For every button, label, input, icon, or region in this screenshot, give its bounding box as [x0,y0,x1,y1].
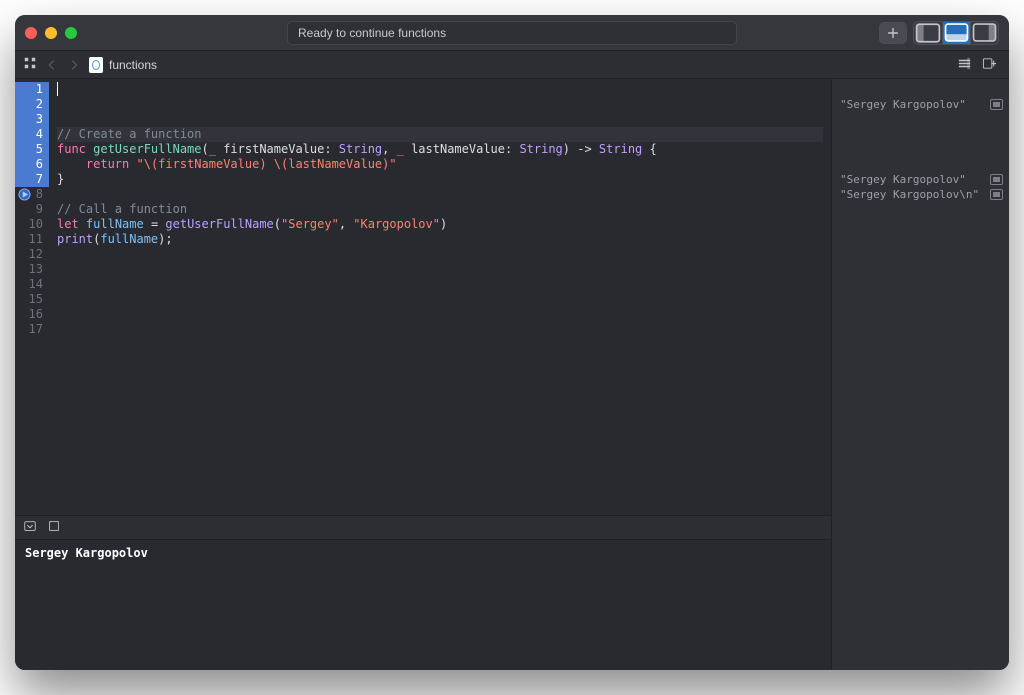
line-number[interactable]: 6 [15,157,49,172]
code-line[interactable] [57,307,823,322]
code-line[interactable] [57,292,823,307]
titlebar: Ready to continue functions [15,15,1009,51]
xcode-window: Ready to continue functions [15,15,1009,670]
line-number[interactable]: 14 [15,277,49,292]
line-number[interactable]: 4 [15,127,49,142]
code-line[interactable] [57,277,823,292]
editor-options-icon[interactable] [957,56,972,74]
console-output[interactable]: Sergey Kargopolov [15,540,831,670]
console-clear-icon[interactable] [47,519,61,536]
line-number[interactable]: 13 [15,262,49,277]
result-row[interactable]: "Sergey Kargopolov" [832,97,1009,112]
add-editor-icon[interactable] [982,56,997,74]
code-line[interactable] [57,247,823,262]
line-number[interactable]: 9 [15,202,49,217]
layout-segmented-control [913,21,999,45]
console-output-text: Sergey Kargopolov [25,546,148,560]
line-number[interactable]: 5 [15,142,49,157]
quick-look-icon[interactable] [990,189,1003,200]
quick-look-icon[interactable] [990,174,1003,185]
debug-console: Sergey Kargopolov [15,515,831,670]
result-text: "Sergey Kargopolov" [840,98,986,111]
results-sidebar[interactable]: ."Sergey Kargopolov"...."Sergey Kargopol… [831,79,1009,670]
related-items-icon[interactable] [23,56,37,73]
show-inspectors-button[interactable] [970,22,998,44]
nav-forward-button[interactable] [67,58,81,72]
result-text: "Sergey Kargopolov\n" [840,188,986,201]
code-line[interactable] [57,352,823,367]
result-row[interactable]: "Sergey Kargopolov" [832,172,1009,187]
result-row[interactable]: "Sergey Kargopolov\n" [832,187,1009,202]
code-line[interactable]: return "\(firstNameValue) \(lastNameValu… [57,157,823,172]
line-number[interactable]: 11 [15,232,49,247]
line-number-gutter[interactable]: 1234567891011121314151617 [15,79,49,515]
code-line[interactable] [57,367,823,382]
code-body[interactable]: // Create a functionfunc getUserFullName… [49,79,831,515]
path-bar: functions [15,51,1009,79]
traffic-lights [25,27,77,39]
playground-file-icon [89,57,103,73]
result-text: "Sergey Kargopolov" [840,173,986,186]
line-number[interactable]: 10 [15,217,49,232]
show-navigator-button[interactable] [914,22,942,44]
line-number[interactable]: 3 [15,112,49,127]
code-line[interactable] [57,337,823,352]
close-window-button[interactable] [25,27,37,39]
line-number[interactable]: 12 [15,247,49,262]
show-debug-area-button[interactable] [942,22,970,44]
nav-back-button[interactable] [45,58,59,72]
line-number[interactable]: 15 [15,292,49,307]
line-number[interactable]: 1 [15,82,49,97]
code-line[interactable]: // Create a function [57,127,823,142]
minimize-window-button[interactable] [45,27,57,39]
main-area: 1234567891011121314151617 // Create a fu… [15,79,1009,670]
line-number[interactable]: 17 [15,322,49,337]
activity-status-text: Ready to continue functions [298,26,446,40]
code-line[interactable]: func getUserFullName(_ firstNameValue: S… [57,142,823,157]
code-line[interactable]: } [57,172,823,187]
run-line-button[interactable] [17,187,31,201]
line-number[interactable]: 7 [15,172,49,187]
code-line[interactable] [57,262,823,277]
path-file-name: functions [109,58,157,72]
console-toolbar [15,516,831,540]
code-line[interactable]: let fullName = getUserFullName("Sergey",… [57,217,823,232]
editor-column: 1234567891011121314151617 // Create a fu… [15,79,831,670]
line-number[interactable]: 2 [15,97,49,112]
quick-look-icon[interactable] [990,99,1003,110]
code-line[interactable] [57,322,823,337]
code-editor[interactable]: 1234567891011121314151617 // Create a fu… [15,79,831,515]
code-line[interactable]: // Call a function [57,202,823,217]
code-line[interactable] [57,187,823,202]
text-cursor [57,82,58,96]
path-file[interactable]: functions [89,57,157,73]
line-number[interactable]: 16 [15,307,49,322]
console-filter-icon[interactable] [23,519,37,536]
activity-status[interactable]: Ready to continue functions [287,21,737,45]
zoom-window-button[interactable] [65,27,77,39]
code-line[interactable]: print(fullName); [57,232,823,247]
add-new-button[interactable] [879,22,907,44]
